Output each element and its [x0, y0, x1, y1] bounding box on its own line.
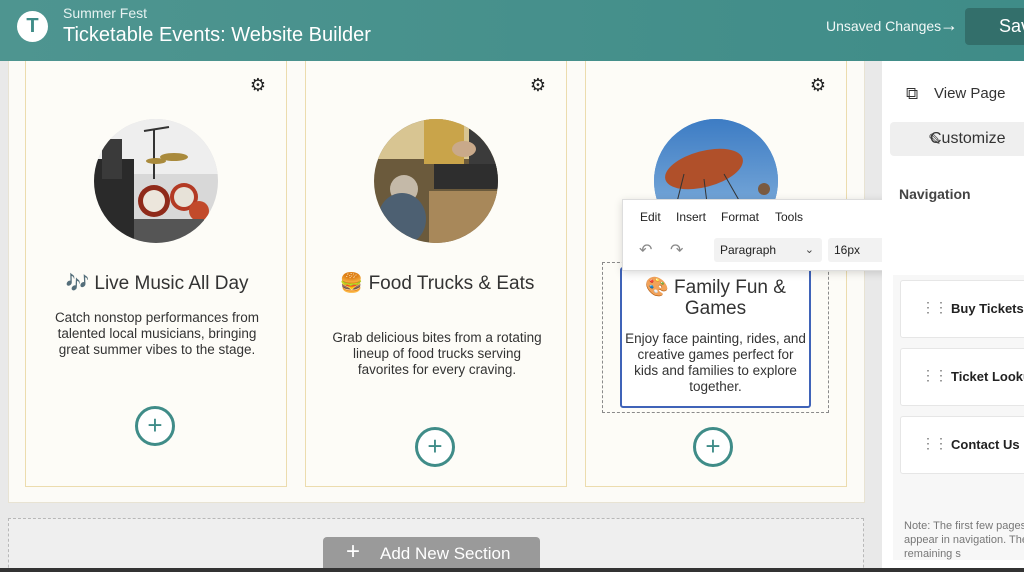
navigation-list: ⋮⋮ Buy Tickets ⋮⋮ Ticket Lookup ⋮⋮ Conta…: [893, 275, 1024, 560]
save-button[interactable]: Save: [965, 8, 1024, 45]
feature-card[interactable]: ⚙ 🎶 Live Music All Day Catch nonstop per…: [25, 61, 287, 487]
gear-icon[interactable]: ⚙: [530, 75, 546, 96]
customize-button[interactable]: Customize: [890, 122, 1024, 156]
undo-icon[interactable]: ↶: [639, 240, 652, 260]
card-title[interactable]: 🎨 Family Fun & Games: [622, 277, 809, 319]
view-page-link[interactable]: View Page: [934, 85, 1005, 102]
unsaved-changes-label: Unsaved Changes: [826, 18, 942, 34]
card-title-text: Family Fun & Games: [674, 277, 786, 319]
magic-wand-icon: ✎: [928, 132, 942, 149]
food-truck-photo[interactable]: [374, 119, 498, 243]
nav-item-label: Buy Tickets: [951, 301, 1024, 316]
menu-edit[interactable]: Edit: [640, 210, 661, 224]
menu-tools[interactable]: Tools: [775, 210, 803, 224]
feature-card[interactable]: ⚙ 🍔 Food Trucks & Eats Grab delicious bi…: [305, 61, 567, 487]
nav-item-label: Ticket Lookup: [951, 369, 1024, 384]
chevron-down-icon: ⌄: [804, 244, 814, 256]
redo-icon[interactable]: ↷: [670, 240, 683, 260]
bottom-edge: [0, 568, 1024, 572]
menu-insert[interactable]: Insert: [676, 210, 706, 224]
arrow-right-icon: →: [940, 15, 958, 35]
add-block-button[interactable]: +: [415, 427, 455, 467]
block-format-select[interactable]: Paragraph ⌄: [714, 238, 822, 262]
gear-icon[interactable]: ⚙: [810, 75, 826, 96]
drum-kit-photo[interactable]: [94, 119, 218, 243]
gear-icon[interactable]: ⚙: [250, 75, 266, 96]
card-title-text: Food Trucks & Eats: [368, 273, 535, 294]
app-logo[interactable]: T: [17, 11, 48, 42]
burger-icon: 🍔: [339, 273, 364, 294]
navigation-heading: Navigation: [899, 186, 971, 202]
palette-icon: 🎨: [645, 277, 669, 298]
plus-icon: +: [346, 538, 361, 565]
right-sidebar: ⧉ View Page Customize ✎ Navigation ⋮⋮ Bu…: [882, 61, 1024, 568]
card-description[interactable]: Grab delicious bites from a rotating lin…: [328, 330, 546, 378]
drag-handle-icon[interactable]: ⋮⋮: [921, 299, 948, 316]
add-block-button[interactable]: +: [693, 427, 733, 467]
navigation-note: Note: The first few pages appear in navi…: [904, 520, 1024, 560]
card-title[interactable]: 🍔 Food Trucks & Eats: [316, 273, 558, 294]
card-title[interactable]: 🎶 Live Music All Day: [36, 273, 278, 294]
drag-handle-icon[interactable]: ⋮⋮: [921, 367, 948, 384]
external-link-icon: ⧉: [906, 84, 919, 103]
add-block-button[interactable]: +: [135, 406, 175, 446]
nav-item-buy-tickets[interactable]: ⋮⋮ Buy Tickets: [900, 280, 1024, 338]
card-description[interactable]: Enjoy face painting, rides, and creative…: [624, 331, 807, 395]
menu-format[interactable]: Format: [721, 210, 759, 224]
app-header: T Summer Fest Ticketable Events: Website…: [0, 0, 1024, 61]
drag-handle-icon[interactable]: ⋮⋮: [921, 435, 948, 452]
card-description[interactable]: Catch nonstop performances from talented…: [48, 310, 266, 358]
page-title: Ticketable Events: Website Builder: [63, 24, 371, 46]
rich-text-editor[interactable]: 🎨 Family Fun & Games Enjoy face painting…: [620, 267, 811, 408]
music-notes-icon: 🎶: [65, 273, 90, 294]
card-title-text: Live Music All Day: [94, 273, 249, 294]
nav-item-contact-us[interactable]: ⋮⋮ Contact Us: [900, 416, 1024, 474]
nav-item-label: Contact Us: [951, 437, 1020, 452]
nav-item-ticket-lookup[interactable]: ⋮⋮ Ticket Lookup: [900, 348, 1024, 406]
event-name: Summer Fest: [63, 5, 148, 21]
